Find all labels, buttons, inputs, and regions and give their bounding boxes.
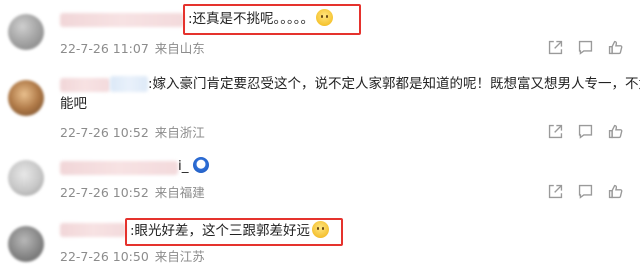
comment-item: :眼光好差，这个三跟郭差好远 22-7-26 10:50 来自江苏 [0,212,640,272]
comment-meta: 22-7-26 10:52 来自福建 [60,182,211,201]
comment-text: :嫁入豪门肯定要忍受这个，说不定人家郭都是知道的呢！既想富又想男人专一，不太可 [148,76,640,92]
avatar[interactable] [8,160,44,196]
comment-list: :还真是不挑呢。。。。。 22-7-26 11:07 来自山东 :嫁入豪门肯定要忍… [0,0,640,272]
username[interactable] [60,161,178,175]
comment-location: 来自浙江 [154,125,205,140]
like-icon[interactable] [600,181,630,201]
crying-emoji-icon [312,221,330,238]
comment-date: 22-7-26 10:52 [60,125,149,140]
comment-item: :嫁入豪门肯定要忍受这个，说不定人家郭都是知道的呢！既想富又想男人专一，不太可 … [0,66,640,150]
comment-location: 来自山东 [154,41,205,56]
comment-meta: 22-7-26 10:50 来自江苏 [60,246,211,265]
share-icon[interactable] [540,121,570,141]
username[interactable] [60,78,110,92]
share-icon[interactable] [540,181,570,201]
avatar[interactable] [8,226,44,262]
comment-text: :眼光好差，这个三跟郭差好远 [130,221,330,242]
comment-text: :还真是不挑呢。。。。。 [188,9,334,30]
comment-text-cont: 能吧 [60,96,87,112]
blue-emoji-icon [192,157,209,173]
comment-actions [540,121,630,141]
comment-date: 22-7-26 10:50 [60,249,149,264]
smile-emoji-icon [316,9,334,26]
comment-location: 来自江苏 [154,249,205,264]
comment-meta: 22-7-26 10:52 来自浙江 [60,122,211,141]
comment-item: i_ 22-7-26 10:52 来自福建 [0,150,640,212]
avatar[interactable] [8,14,44,50]
like-icon[interactable] [600,37,630,57]
comment-icon[interactable] [570,121,600,141]
username[interactable] [60,13,184,27]
share-icon[interactable] [540,37,570,57]
comment-icon[interactable] [570,181,600,201]
comment-meta: 22-7-26 11:07 来自山东 [60,38,211,57]
avatar[interactable] [8,80,44,116]
username-badge [110,76,148,92]
comment-date: 22-7-26 11:07 [60,41,149,56]
comment-actions [540,37,630,57]
like-icon[interactable] [600,121,630,141]
comment-item: :还真是不挑呢。。。。。 22-7-26 11:07 来自山东 [0,0,640,66]
comment-actions [540,181,630,201]
username[interactable] [60,223,126,237]
comment-icon[interactable] [570,37,600,57]
comment-date: 22-7-26 10:52 [60,185,149,200]
comment-location: 来自福建 [154,185,205,200]
comment-text: i_ [178,156,209,177]
